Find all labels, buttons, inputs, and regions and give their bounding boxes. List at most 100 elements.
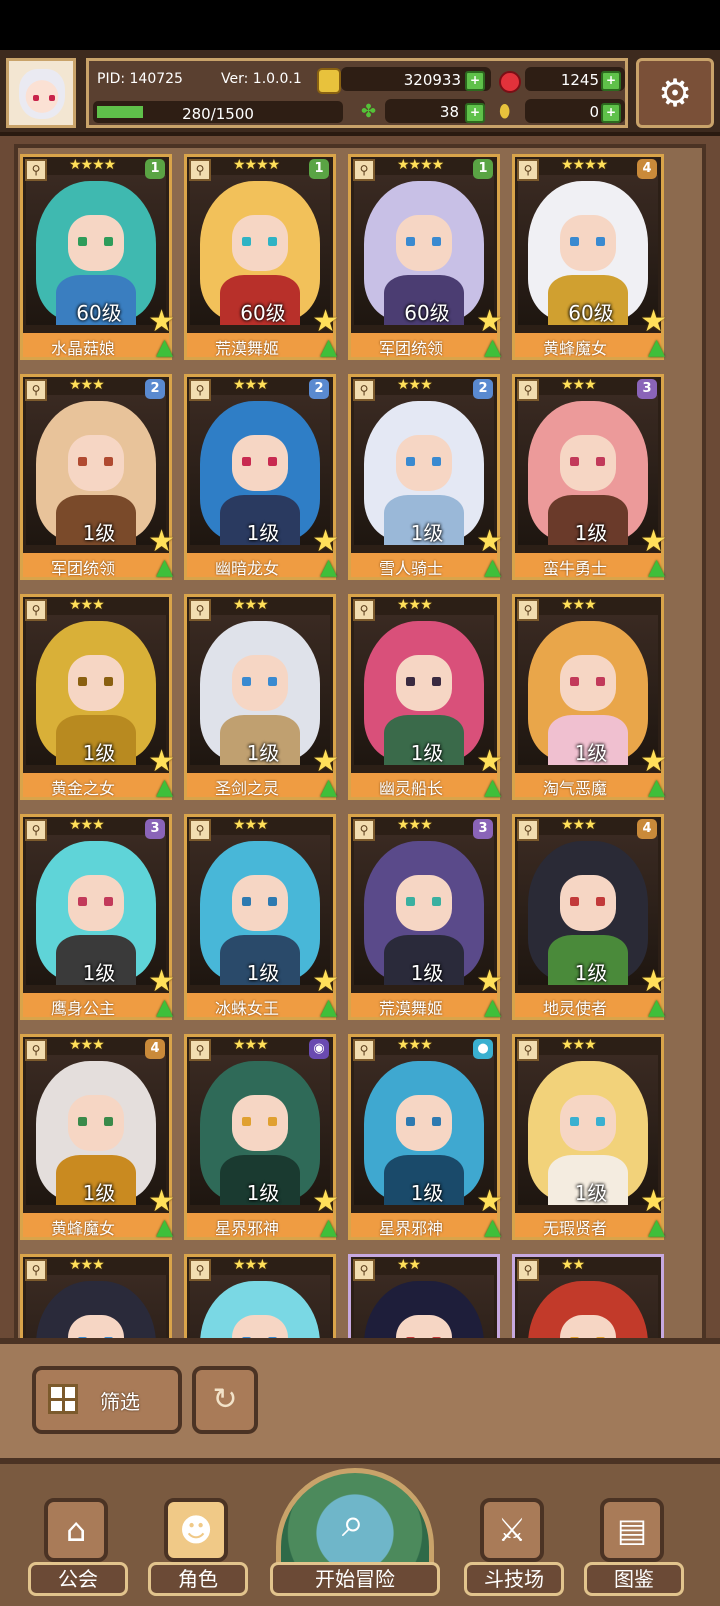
character-name: 冰蛛女王 <box>214 999 279 1018</box>
star-upgrade-icon: ★ <box>640 744 667 779</box>
portrait-face <box>396 875 452 931</box>
rarity-stars: ★★★★ <box>561 157 608 173</box>
character-card[interactable]: ⚲ ★★★ 1级 幽灵船长 ★ ▲ <box>348 594 503 800</box>
character-card[interactable]: ⚲ ★★★ 1级 黄金之女 ★ ▲ <box>20 594 175 800</box>
class-icon: ⚲ <box>517 819 539 841</box>
character-card[interactable]: ⚲ ★★★ 1级 无瑕贤者 ★ ▲ <box>512 1034 667 1240</box>
settings-button[interactable]: ⚙ <box>636 58 714 128</box>
class-icon: ⚲ <box>25 379 47 401</box>
character-name: 鹰身公主 <box>50 999 115 1018</box>
tier-badge: 1 <box>473 159 493 179</box>
level-up-icon: ▲ <box>320 775 337 800</box>
star-upgrade-icon: ★ <box>476 1184 503 1219</box>
character-card[interactable]: ⚲ ★★★ 1级 冰蛛女王 ★ ▲ <box>184 814 339 1020</box>
class-icon: ⚲ <box>517 379 539 401</box>
nav-role[interactable]: ☻ 角色 <box>148 1490 248 1602</box>
character-name: 黄金之女 <box>50 779 115 798</box>
class-icon: ⚲ <box>353 159 375 181</box>
refresh-button[interactable]: ↻ <box>192 1366 258 1434</box>
character-card[interactable]: ⚲ ★★★ 2 1级 军团统领 ★ ▲ <box>20 374 175 580</box>
filter-button[interactable]: 筛选 <box>32 1366 182 1434</box>
class-icon: ⚲ <box>189 1039 211 1061</box>
star-upgrade-icon: ★ <box>148 964 175 999</box>
tier-badge: 3 <box>145 819 165 839</box>
star-upgrade-icon: ★ <box>312 524 339 559</box>
character-name: 军团统领 <box>50 559 115 578</box>
portrait-eye <box>268 677 277 686</box>
rarity-stars: ★★★★ <box>397 157 444 173</box>
character-name: 荒漠舞姬 <box>378 999 443 1018</box>
start-adventure-button[interactable]: ⌕ 开始冒险 <box>270 1464 440 1598</box>
portrait-face <box>560 655 616 711</box>
character-card[interactable]: ⚲ ★★★ 4 1级 黄蜂魔女 ★ ▲ <box>20 1034 175 1240</box>
character-card[interactable]: ⚲ ★★★ 3 1级 鹰身公主 ★ ▲ <box>20 814 175 1020</box>
nav-guild[interactable]: ⌂ 公会 <box>28 1490 128 1602</box>
character-card[interactable]: ⚲ ★★★★ 4 60级 黄蜂魔女 ★ ▲ <box>512 154 667 360</box>
character-card[interactable]: ⚲ ★★★ 1级 圣剑之灵 ★ ▲ <box>184 594 339 800</box>
portrait-eye <box>104 457 113 466</box>
character-card[interactable]: ⚲ ★★★★ 1 60级 水晶菇娘 ★ ▲ <box>20 154 175 360</box>
portrait-face <box>232 215 288 271</box>
star-upgrade-icon: ★ <box>312 304 339 339</box>
gold-add-button[interactable]: + <box>465 71 485 91</box>
clover-add-button[interactable]: + <box>465 103 485 123</box>
level-up-icon: ▲ <box>320 995 337 1020</box>
portrait-eye <box>570 457 579 466</box>
portrait-eye <box>406 897 415 906</box>
character-name: 荒漠舞姬 <box>214 339 279 358</box>
level-up-icon: ▲ <box>156 1215 173 1240</box>
star-upgrade-icon: ★ <box>640 964 667 999</box>
character-card[interactable]: ⚲ ★★★ 2 1级 雪人骑士 ★ ▲ <box>348 374 503 580</box>
level-up-icon: ▲ <box>320 335 337 360</box>
portrait-eye <box>570 897 579 906</box>
portrait-eye <box>432 897 441 906</box>
stats-row-bottom: 280/1500 ✤ 38 + ⬮ 0 + <box>89 97 625 125</box>
character-card[interactable]: ⚲ ★★★ 2 1级 幽暗龙女 ★ ▲ <box>184 374 339 580</box>
gem-value: 1245 <box>560 71 599 89</box>
class-icon: ⚲ <box>189 599 211 621</box>
avatar-face <box>19 69 65 119</box>
book-icon: ▤ <box>600 1498 664 1562</box>
class-icon: ⚲ <box>189 379 211 401</box>
rarity-stars: ★★★ <box>561 597 597 613</box>
rarity-stars: ★★★ <box>69 1037 105 1053</box>
portrait-eye <box>242 457 251 466</box>
nav-codex[interactable]: ▤ 图鉴 <box>584 1490 684 1602</box>
class-icon: ⚲ <box>25 1259 47 1281</box>
character-card[interactable]: ⚲ ★★★ 3 1级 荒漠舞姬 ★ ▲ <box>348 814 503 1020</box>
rarity-stars: ★★★ <box>397 377 433 393</box>
level-up-icon: ▲ <box>484 995 501 1020</box>
portrait-eye <box>406 1117 415 1126</box>
token-value: 0 <box>589 103 599 121</box>
portrait-eye <box>268 457 277 466</box>
character-name: 星界邪神 <box>214 1219 279 1238</box>
character-card[interactable]: ⚲ ★★★ ● 1级 星界邪神 ★ ▲ <box>348 1034 503 1240</box>
rarity-stars: ★★ <box>397 1257 421 1273</box>
player-avatar[interactable] <box>6 58 76 128</box>
character-name: 星界邪神 <box>378 1219 443 1238</box>
character-name: 黄蜂魔女 <box>542 339 607 358</box>
portrait-eye <box>268 1117 277 1126</box>
portrait-face <box>396 435 452 491</box>
tier-badge: 3 <box>637 379 657 399</box>
nav-role-label: 角色 <box>148 1562 248 1596</box>
character-card[interactable]: ⚲ ★★★★ 1 60级 荒漠舞姬 ★ ▲ <box>184 154 339 360</box>
token-add-button[interactable]: + <box>601 103 621 123</box>
gem-add-button[interactable]: + <box>601 71 621 91</box>
gem-icon <box>499 71 521 93</box>
star-upgrade-icon: ★ <box>148 304 175 339</box>
portrait-eye <box>104 677 113 686</box>
xp-text: 280/1500 <box>182 105 254 123</box>
character-card[interactable]: ⚲ ★★★ 1级 淘气恶魔 ★ ▲ <box>512 594 667 800</box>
character-card[interactable]: ⚲ ★★★ ◉ 1级 星界邪神 ★ ▲ <box>184 1034 339 1240</box>
level-up-icon: ▲ <box>320 555 337 580</box>
character-grid[interactable]: ⚲ ★★★★ 1 60级 水晶菇娘 ★ ▲ ⚲ ★★★★ 1 60级 荒漠舞姬 ★ ▲ ⚲ ★★★★ 1 60级军… <box>20 154 700 1364</box>
nav-arena[interactable]: ⚔ 斗技场 <box>464 1490 564 1602</box>
character-card[interactable]: ⚲ ★★★★ 1 60级 军团统领 ★ ▲ <box>348 154 503 360</box>
character-card[interactable]: ⚲ ★★★ 3 1级 蛮牛勇士 ★ ▲ <box>512 374 667 580</box>
class-icon: ⚲ <box>25 819 47 841</box>
character-card[interactable]: ⚲ ★★★ 4 1级 地灵使者 ★ ▲ <box>512 814 667 1020</box>
level-up-icon: ▲ <box>648 555 665 580</box>
star-upgrade-icon: ★ <box>148 1184 175 1219</box>
nav-arena-label: 斗技场 <box>464 1562 564 1596</box>
